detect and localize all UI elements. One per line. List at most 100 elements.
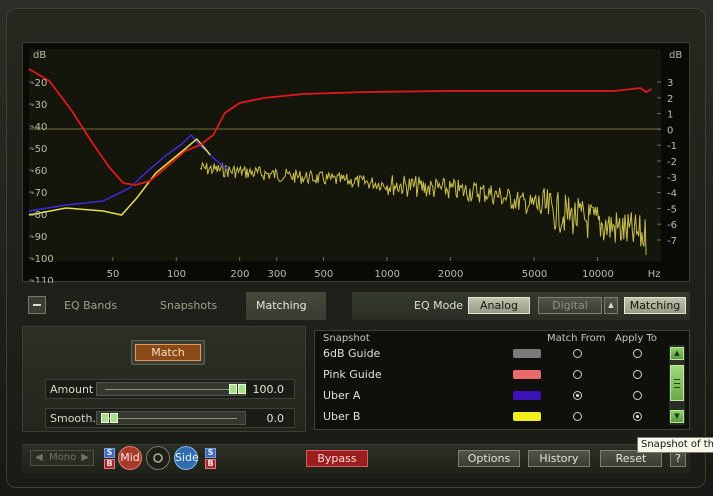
left-tick-label: -50	[31, 144, 47, 155]
match-from-radio[interactable]	[573, 412, 582, 421]
mid-button[interactable]: Mid	[118, 446, 142, 470]
snapshot-color-swatch	[513, 370, 541, 379]
spectrum-graph: dB dB -20 -30 -4 0 -50 -60 -70 -80 -90 -100 -110 3…	[22, 42, 690, 283]
ms-link-icon[interactable]	[146, 446, 170, 470]
freq-tick-label: 5000	[522, 269, 547, 280]
mid-solo-button[interactable]: S	[104, 448, 115, 458]
side-button[interactable]: Side	[174, 446, 199, 470]
smooth-value[interactable]: 0.0	[267, 412, 285, 425]
bottom-bar: ◀ Mono ▶ S B Mid Side S B Bypass Options…	[22, 444, 690, 473]
amount-slider-thumb[interactable]	[238, 384, 246, 394]
amount-slider[interactable]	[96, 382, 246, 396]
options-button[interactable]: Options	[458, 450, 520, 467]
right-tick-label: 0	[667, 125, 673, 136]
snapshot-header: Snapshot	[323, 333, 370, 344]
left-tick-label: -60	[31, 166, 47, 177]
eq-mode-group: EQ Mode Analog Digital ▲ Matching	[352, 292, 690, 320]
frequency-tick-labels: 50 100 200 300 500 1000 2000 5000 10000 Hz	[107, 269, 661, 280]
scroll-thumb[interactable]	[670, 365, 684, 401]
match-from-radio[interactable]	[573, 370, 582, 379]
mono-label: Mono	[49, 452, 77, 463]
apply-to-header: Apply To	[615, 333, 657, 344]
smooth-slider-thumb[interactable]	[101, 413, 109, 423]
snapshot-row[interactable]: Uber A	[323, 386, 663, 406]
amount-label: Amount	[50, 383, 94, 396]
right-tick-label: -4	[667, 189, 677, 200]
scroll-up-icon[interactable]: ▲	[670, 347, 684, 360]
left-tick-label: -100	[31, 254, 54, 265]
smooth-slider-thumb[interactable]	[110, 413, 118, 423]
matching-mode-button[interactable]: Matching	[624, 297, 686, 314]
smooth-control: Smooth. 0.0	[45, 408, 295, 428]
left-tick-label: -80	[31, 210, 47, 221]
right-tick-label: -2	[667, 157, 677, 168]
right-tick-label: -5	[667, 204, 677, 215]
tab-matching[interactable]: Matching	[246, 292, 326, 320]
left-tick-label: -110	[31, 276, 54, 283]
right-unit-label: dB	[669, 50, 682, 61]
match-controls-panel: Match Amount 100.0 Smooth. 0.0	[22, 326, 306, 432]
snapshot-name: Uber B	[323, 410, 361, 423]
freq-tick-label: 1000	[375, 269, 400, 280]
right-tick-label: 1	[667, 110, 673, 121]
mid-bypass-button[interactable]: B	[104, 459, 115, 469]
graph-canvas: dB dB -20 -30 -4 0 -50 -60 -70 -80 -90 -100 -110 3…	[28, 49, 682, 283]
freq-tick-label: 50	[107, 269, 120, 280]
left-tick-label: -70	[31, 188, 47, 199]
freq-tick-label: Hz	[648, 269, 661, 280]
freq-tick-label: 2000	[438, 269, 463, 280]
snapshot-name: Pink Guide	[323, 368, 382, 381]
snapshot-color-swatch	[513, 412, 541, 421]
apply-to-radio[interactable]	[633, 391, 642, 400]
right-tick-label: -1	[667, 141, 677, 152]
mono-left-icon[interactable]: ◀	[35, 451, 43, 465]
smooth-slider[interactable]	[96, 411, 246, 425]
side-bypass-button[interactable]: B	[205, 459, 216, 469]
amount-slider-thumb[interactable]	[229, 384, 237, 394]
analog-button[interactable]: Analog	[468, 297, 530, 314]
digital-button[interactable]: Digital	[538, 297, 602, 314]
tab-row: EQ Bands Snapshots Matching EQ Mode Anal…	[22, 292, 690, 320]
mono-selector[interactable]: ◀ Mono ▶	[30, 450, 94, 466]
freq-tick-label: 500	[314, 269, 333, 280]
smooth-label: Smooth.	[50, 412, 96, 425]
match-from-radio[interactable]	[573, 391, 582, 400]
left-tick-label: -20	[31, 78, 47, 89]
mono-right-icon[interactable]: ▶	[81, 451, 89, 465]
apply-to-radio[interactable]	[633, 349, 642, 358]
snapshot-row[interactable]: Uber B	[323, 407, 663, 427]
right-tick-label: 2	[667, 94, 673, 105]
amount-value[interactable]: 100.0	[253, 383, 285, 396]
right-tick-label: -7	[667, 236, 677, 247]
freq-tick-label: 300	[267, 269, 286, 280]
scroll-down-icon[interactable]: ▼	[670, 410, 684, 423]
bypass-button[interactable]: Bypass	[306, 450, 368, 467]
apply-to-radio[interactable]	[633, 370, 642, 379]
snapshot-list: Snapshot Match From Apply To 6dB Guide Pi…	[314, 330, 690, 430]
left-tick-label: -30	[31, 100, 47, 111]
tab-snapshots[interactable]: Snapshots	[150, 292, 246, 320]
snapshot-color-swatch	[513, 349, 541, 358]
snapshot-scrollbar[interactable]: ▲ ▼	[669, 345, 685, 425]
freq-tick-label: 10000	[582, 269, 614, 280]
apply-to-radio[interactable]	[633, 412, 642, 421]
match-from-header: Match From	[547, 333, 606, 344]
match-button[interactable]: Match	[135, 344, 201, 361]
eq-mode-label: EQ Mode	[414, 299, 464, 312]
snapshot-name: Uber A	[323, 389, 361, 402]
plot-area	[29, 49, 661, 261]
snapshot-color-swatch	[513, 391, 541, 400]
left-unit-label: dB	[33, 50, 46, 61]
collapse-icon[interactable]	[28, 296, 46, 314]
snapshot-row[interactable]: 6dB Guide	[323, 344, 663, 364]
snapshot-row[interactable]: Pink Guide	[323, 365, 663, 385]
match-from-radio[interactable]	[573, 349, 582, 358]
history-button[interactable]: History	[528, 450, 590, 467]
side-solo-button[interactable]: S	[205, 448, 216, 458]
right-tick-label: -6	[667, 220, 677, 231]
right-tick-label: -3	[667, 173, 677, 184]
digital-arrow-icon[interactable]: ▲	[604, 297, 618, 314]
amount-control: Amount 100.0	[45, 379, 295, 399]
tab-eq-bands[interactable]: EQ Bands	[54, 292, 150, 320]
left-tick-label: -90	[31, 232, 47, 243]
